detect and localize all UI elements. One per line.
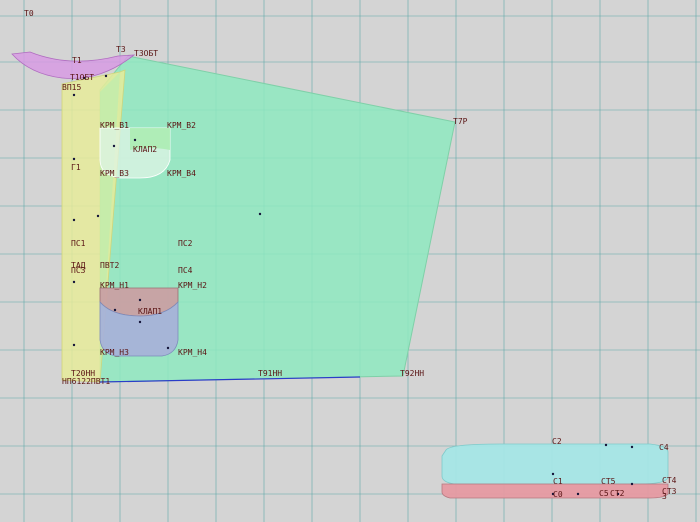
construction-point	[576, 492, 580, 496]
construction-point	[133, 138, 137, 142]
label-s4: С4	[659, 443, 669, 452]
construction-point	[104, 74, 108, 78]
construction-point	[138, 320, 142, 324]
label-t91nn: Т91НН	[258, 369, 282, 378]
construction-point	[72, 343, 76, 347]
shapes-layer	[11, 51, 669, 499]
construction-point	[72, 157, 76, 161]
label-krm-n3: КРМ_Н3	[100, 348, 129, 357]
construction-point	[72, 280, 76, 284]
label-3: 3	[662, 492, 667, 501]
label-krm-v3: КРМ_В3	[100, 169, 129, 178]
label-t1obt: Т1ОБТ	[70, 73, 94, 82]
construction-point	[551, 472, 555, 476]
label-t3: Т3	[116, 45, 126, 54]
label-krm-n2: КРМ_Н2	[178, 281, 207, 290]
label-klap2: КЛАП2	[133, 145, 157, 154]
label-np: НП6122ПВТ1	[62, 377, 110, 386]
label-t92nn: Т92НН	[400, 369, 424, 378]
label-t0: Т0	[24, 9, 34, 18]
construction-point	[166, 346, 170, 350]
label-s2: С2	[552, 437, 562, 446]
label-t1: Т1	[72, 56, 82, 65]
label-krm-n1: КРМ_Н1	[100, 281, 129, 290]
construction-point	[258, 212, 262, 216]
label-krm-n4: КРМ_Н4	[178, 348, 207, 357]
label-ps1: ПС1	[71, 239, 86, 248]
construction-point	[630, 482, 634, 486]
label-g1: Г1	[71, 163, 81, 172]
construction-point	[72, 218, 76, 222]
label-krm-v2: КРМ_В2	[167, 121, 196, 130]
label-s5: С5	[599, 489, 609, 498]
construction-point	[630, 445, 634, 449]
label-t3obt: Т3ОБТ	[134, 49, 158, 58]
label-pvt2: ПВТ2	[100, 261, 119, 270]
construction-point	[604, 443, 608, 447]
construction-point	[112, 144, 116, 148]
construction-point	[96, 214, 100, 218]
label-ps2: ПС2	[178, 239, 193, 248]
construction-point	[138, 298, 142, 302]
label-krm-v4: КРМ_В4	[167, 169, 196, 178]
label-st2: СТ2	[610, 489, 625, 498]
label-krm-v1: КРМ_В1	[100, 121, 129, 130]
label-klap1: КЛАП1	[138, 307, 162, 316]
label-st4: СТ4	[662, 476, 677, 485]
drawing-canvas[interactable]: Т0 Т1 Т3 Т3ОБТ Т1ОБТ ВП15 Т7Р КРМ_В1 КРМ…	[0, 0, 700, 522]
construction-point	[72, 93, 76, 97]
label-ps3: ПС3	[71, 266, 86, 275]
label-st5: СТ5	[601, 477, 616, 486]
label-ps4: ПС4	[178, 266, 193, 275]
label-s1: С1	[553, 477, 563, 486]
construction-point	[113, 308, 117, 312]
label-vp15: ВП15	[62, 83, 81, 92]
label-s0: С0	[553, 490, 563, 499]
label-t7r: Т7Р	[453, 117, 468, 126]
